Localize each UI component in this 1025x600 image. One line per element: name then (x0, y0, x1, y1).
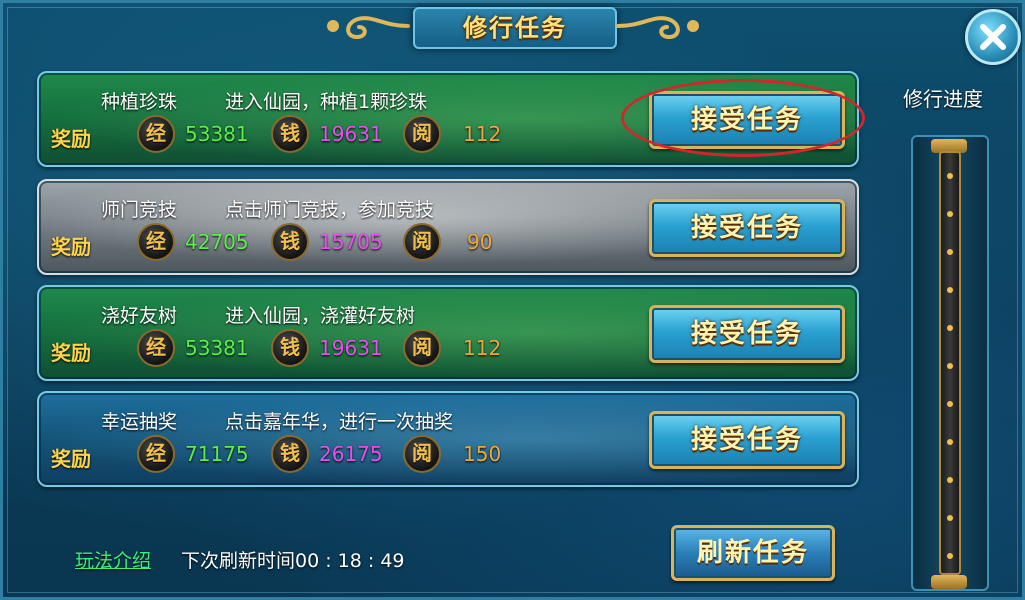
exp-reward-value: 42705 (185, 230, 249, 254)
task-name: 种植珍珠 (101, 91, 178, 113)
reward-label: 奖励 (51, 235, 91, 259)
accept-task-button[interactable]: 接受任务 (649, 91, 845, 149)
read-reward-value: 150 (463, 442, 502, 466)
money-reward-value: 19631 (319, 336, 383, 360)
task-row: 幸运抽奖 点击嘉年华，进行一次抽奖 奖励 经 71175 钱 26175 阅 1… (37, 391, 859, 487)
task-row: 浇好友树 进入仙园，浇灌好友树 奖励 经 53381 钱 19631 阅 112… (37, 285, 859, 381)
swirl-ornament-right-icon (616, 16, 699, 40)
close-icon (980, 24, 1006, 50)
reward-label: 奖励 (51, 127, 91, 151)
task-description: 进入仙园，种植1颗珍珠 (225, 91, 428, 113)
task-name: 幸运抽奖 (101, 411, 178, 433)
progress-tick (947, 325, 953, 331)
close-button[interactable] (965, 9, 1021, 65)
progress-tick (947, 553, 953, 559)
progress-bar (911, 135, 989, 591)
task-name: 师门竞技 (101, 199, 178, 221)
progress-tick (947, 477, 953, 483)
progress-rail (939, 151, 961, 575)
window-title: 修行任务 (463, 14, 567, 42)
task-row: 师门竞技 点击师门竞技，参加竞技 奖励 经 42705 钱 15705 阅 90… (37, 179, 859, 275)
progress-tick (947, 401, 953, 407)
task-row: 种植珍珠 进入仙园，种植1颗珍珠 奖励 经 53381 钱 19631 阅 11… (37, 71, 865, 167)
progress-tick (947, 211, 953, 217)
task-description: 点击师门竞技，参加竞技 (225, 199, 435, 221)
progress-tick (947, 287, 953, 293)
progress-title: 修行进度 (903, 87, 983, 111)
accept-task-button[interactable]: 接受任务 (649, 199, 845, 257)
reward-label: 奖励 (51, 341, 91, 365)
how-to-play-link[interactable]: 玩法介绍 (75, 546, 151, 573)
read-coin-icon: 阅 (403, 115, 441, 153)
read-coin-icon: 阅 (403, 223, 441, 261)
exp-coin-icon: 经 (137, 223, 175, 261)
read-coin-icon: 阅 (403, 329, 441, 367)
task-name: 浇好友树 (101, 305, 178, 327)
swirl-ornament-left-icon (327, 16, 410, 40)
exp-coin-icon: 经 (137, 115, 175, 153)
reward-label: 奖励 (51, 447, 91, 471)
money-coin-icon: 钱 (271, 223, 309, 261)
progress-tick (947, 515, 953, 521)
money-reward-value: 19631 (319, 122, 383, 146)
progress-tick (947, 439, 953, 445)
quest-window: 修行任务 种植珍珠 进入仙园，种植1颗珍珠 奖励 经 53381 钱 19631… (0, 0, 1025, 600)
accept-task-button[interactable]: 接受任务 (649, 305, 845, 363)
exp-coin-icon: 经 (137, 435, 175, 473)
money-coin-icon: 钱 (271, 115, 309, 153)
progress-tick (947, 363, 953, 369)
exp-reward-value: 53381 (185, 336, 249, 360)
read-coin-icon: 阅 (403, 435, 441, 473)
title-bar: 修行任务 (303, 3, 723, 49)
money-coin-icon: 钱 (271, 435, 309, 473)
read-reward-value: 90 (467, 230, 493, 254)
next-refresh-time: 下次刷新时间00 : 18 : 49 (181, 550, 405, 572)
read-reward-value: 112 (463, 122, 502, 146)
read-reward-value: 112 (463, 336, 502, 360)
progress-cap-bottom (931, 575, 967, 589)
money-reward-value: 15705 (319, 230, 383, 254)
progress-tick (947, 249, 953, 255)
exp-reward-value: 71175 (185, 442, 249, 466)
money-coin-icon: 钱 (271, 329, 309, 367)
task-description: 进入仙园，浇灌好友树 (225, 305, 416, 327)
exp-reward-value: 53381 (185, 122, 249, 146)
progress-tick (947, 173, 953, 179)
exp-coin-icon: 经 (137, 329, 175, 367)
accept-task-button[interactable]: 接受任务 (649, 411, 845, 469)
money-reward-value: 26175 (319, 442, 383, 466)
title-plate: 修行任务 (413, 7, 617, 49)
refresh-tasks-button[interactable]: 刷新任务 (671, 525, 835, 581)
task-description: 点击嘉年华，进行一次抽奖 (225, 411, 454, 433)
